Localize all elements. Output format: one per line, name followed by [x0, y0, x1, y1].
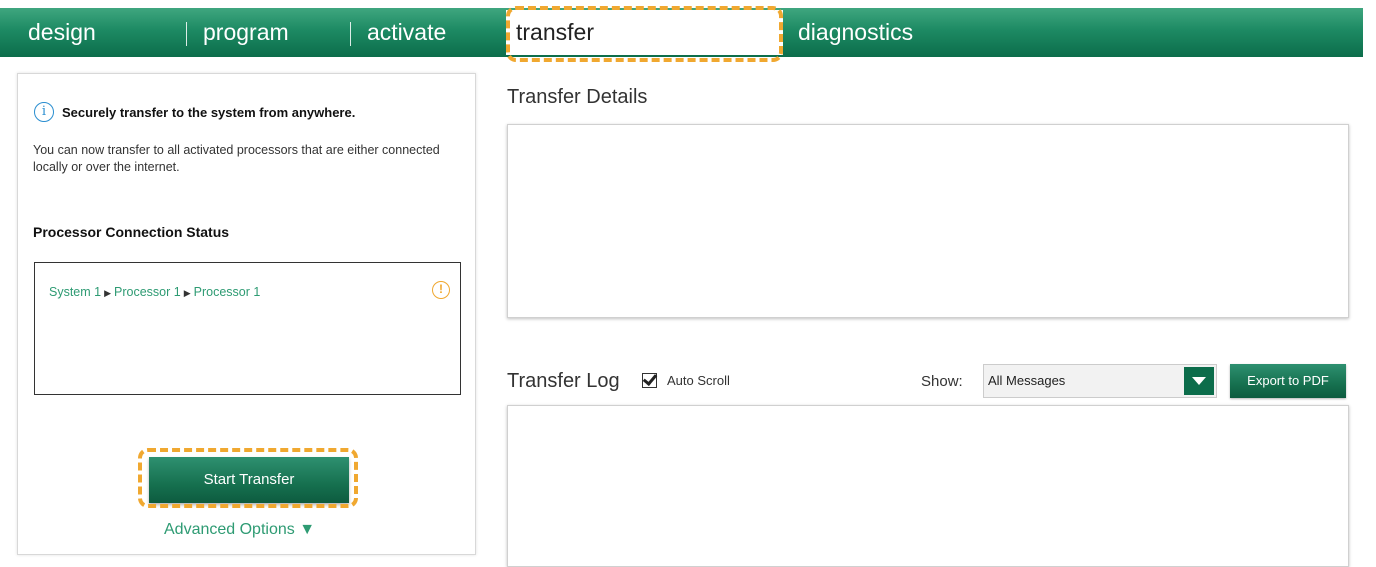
advanced-options-link[interactable]: Advanced Options ▼ — [164, 521, 315, 539]
transfer-details-panel — [507, 124, 1349, 318]
tab-design[interactable]: design — [18, 8, 178, 57]
transfer-sidebar-panel: i Securely transfer to the system from a… — [17, 73, 476, 555]
start-transfer-button[interactable]: Start Transfer — [149, 457, 349, 503]
info-icon: i — [34, 102, 54, 122]
tab-program[interactable]: program — [193, 8, 343, 57]
warning-icon[interactable]: ! — [432, 281, 450, 299]
info-description: You can now transfer to all activated pr… — [33, 143, 440, 174]
path-separator-icon: ▶ — [104, 288, 112, 298]
export-to-pdf-button[interactable]: Export to PDF — [1230, 364, 1346, 398]
tab-transfer[interactable]: transfer — [506, 10, 783, 55]
tab-activate[interactable]: activate — [357, 8, 497, 57]
connection-status-list: System 1 ▶ Processor 1 ▶ Processor 1 ! — [34, 262, 461, 395]
path-separator-icon: ▶ — [183, 288, 191, 298]
path-system: System 1 — [49, 285, 102, 299]
processor-path[interactable]: System 1 ▶ Processor 1 ▶ Processor 1 — [49, 285, 260, 299]
auto-scroll-checkbox[interactable] — [642, 373, 657, 388]
path-processor-child: Processor 1 — [193, 285, 261, 299]
auto-scroll-toggle[interactable]: Auto Scroll — [642, 373, 730, 388]
top-nav: design program activate transfer diagnos… — [0, 8, 1363, 57]
tab-divider — [186, 22, 187, 46]
connection-status-heading: Processor Connection Status — [33, 224, 230, 240]
chevron-down-icon[interactable] — [1184, 367, 1214, 395]
show-filter-label: Show: — [921, 373, 963, 390]
message-filter-value: All Messages — [988, 373, 1066, 388]
info-banner: i Securely transfer to the system from a… — [34, 102, 355, 122]
message-filter-select[interactable]: All Messages — [983, 364, 1217, 398]
tab-diagnostics[interactable]: diagnostics — [788, 8, 988, 57]
tab-divider — [350, 22, 351, 46]
info-title: Securely transfer to the system from any… — [62, 104, 356, 120]
transfer-details-title: Transfer Details — [507, 86, 648, 108]
transfer-log-title: Transfer Log — [507, 370, 620, 392]
path-processor: Processor 1 — [114, 285, 181, 299]
auto-scroll-label: Auto Scroll — [667, 373, 730, 388]
